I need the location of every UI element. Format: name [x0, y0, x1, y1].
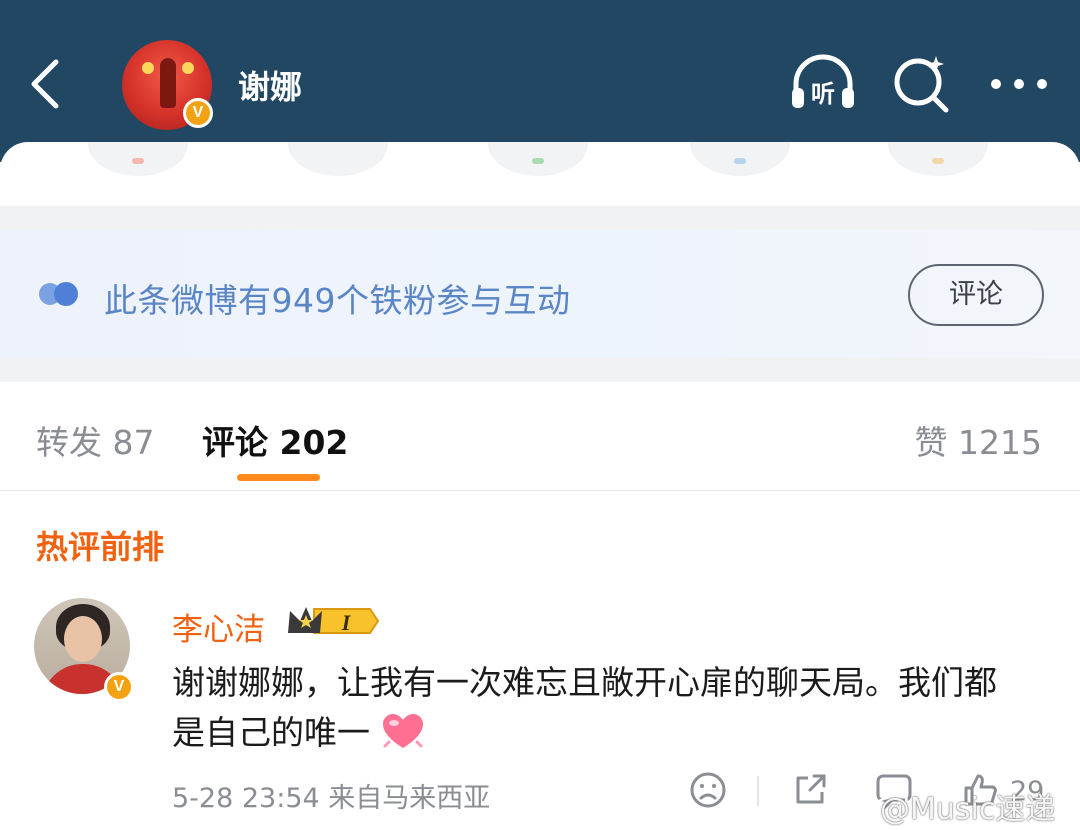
- divider: [757, 776, 759, 806]
- comment-button[interactable]: 评论: [908, 264, 1044, 326]
- search-button[interactable]: [888, 50, 958, 116]
- level-label: I: [341, 610, 352, 635]
- fans-banner-text: 此条微博有949个铁粉参与互动: [104, 281, 571, 320]
- fans-banner: 此条微博有949个铁粉参与互动 评论: [0, 230, 1080, 358]
- faded-icon: [888, 142, 988, 176]
- divider: [0, 490, 1080, 491]
- section-separator: [0, 206, 1080, 230]
- fans-icon: [39, 282, 78, 306]
- comment-location: 来自马来西亚: [328, 783, 491, 814]
- comment-body: 谢谢娜娜，让我有一次难忘且敞开心扉的聊天局。我们都是自己的唯一: [172, 663, 997, 752]
- watermark: @Music速递: [880, 792, 1056, 827]
- more-button[interactable]: [984, 50, 1054, 116]
- faded-icon: [88, 142, 188, 176]
- active-tab-indicator: [237, 474, 320, 481]
- hot-comments-title: 热评前排: [36, 528, 165, 566]
- share-icon[interactable]: [790, 770, 830, 810]
- verified-badge: V: [183, 98, 213, 128]
- search-icon: [894, 56, 949, 113]
- heart-emoji-icon: [382, 714, 423, 748]
- verified-badge: V: [104, 672, 134, 702]
- comment-meta: 5-28 23:54 来自马来西亚: [172, 776, 490, 815]
- dislike-face-icon[interactable]: [688, 770, 728, 810]
- listen-label: 听: [811, 80, 835, 108]
- faded-icon: [288, 142, 388, 176]
- fan-level-badge: I: [288, 607, 380, 635]
- tab-comments[interactable]: 评论 202: [202, 416, 348, 464]
- faded-icon: [690, 142, 790, 176]
- comment-author[interactable]: 李心洁: [172, 604, 265, 649]
- top-header: V 谢娜 听: [0, 0, 1080, 162]
- comment-time: 5-28 23:54: [172, 783, 320, 814]
- profile-name[interactable]: 谢娜: [238, 62, 302, 108]
- section-separator: [0, 358, 1080, 382]
- action-card: [0, 142, 1080, 206]
- tab-repost[interactable]: 转发 87: [36, 416, 154, 464]
- comment-text: 谢谢娜娜，让我有一次难忘且敞开心扉的聊天局。我们都是自己的唯一: [172, 658, 1022, 758]
- back-button[interactable]: [22, 56, 72, 112]
- faded-icon: [488, 142, 588, 176]
- more-icon: [991, 79, 1047, 89]
- headphones-icon: 听: [792, 54, 854, 108]
- tab-likes[interactable]: 赞 1215: [915, 416, 1042, 464]
- listen-button[interactable]: 听: [788, 50, 858, 116]
- chevron-left-icon: [31, 59, 59, 109]
